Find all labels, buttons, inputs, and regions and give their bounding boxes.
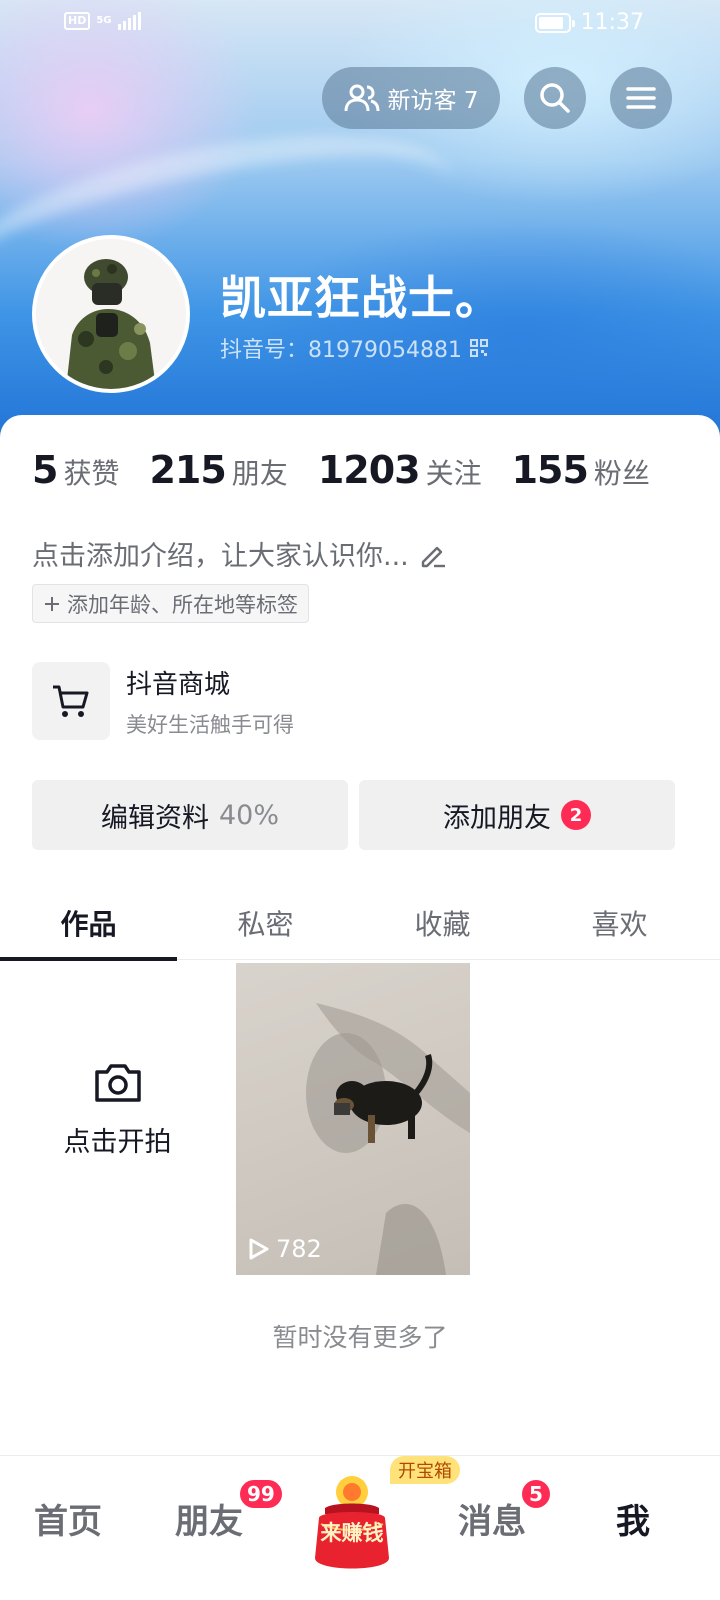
stat-friends[interactable]: 215 朋友: [149, 448, 287, 492]
new-visitors-button[interactable]: 新访客 7: [322, 67, 500, 129]
signal-icon: [117, 12, 141, 30]
profile-page: HD 5G 11:37 新访客 7 凯亚狂战士。 抖音号：81979054881…: [0, 0, 720, 1600]
search-button[interactable]: [524, 67, 586, 129]
shop-icon-box: [32, 662, 110, 740]
messages-badge: 5: [520, 1478, 552, 1510]
plus-icon: [45, 596, 59, 611]
stat-value: 155: [511, 448, 589, 492]
nav-messages[interactable]: 消息: [458, 1494, 526, 1543]
stat-label: 获赞: [63, 457, 120, 490]
tab-likes[interactable]: 喜欢: [531, 886, 708, 960]
douyin-id-text: 抖音号：81979054881: [220, 338, 462, 363]
shop-title: 抖音商城: [126, 669, 231, 700]
avatar[interactable]: [32, 235, 190, 393]
tab-favorites[interactable]: 收藏: [354, 886, 531, 960]
shop-text: 抖音商城 美好生活触手可得: [126, 664, 294, 739]
start-shooting-button[interactable]: 点击开拍: [40, 1062, 195, 1159]
username: 凯亚狂战士。: [220, 271, 502, 325]
search-icon: [540, 83, 570, 113]
add-friend-label: 添加朋友: [443, 802, 551, 834]
treasure-chest-chip[interactable]: 开宝箱: [390, 1456, 460, 1484]
shop-subtitle: 美好生活触手可得: [126, 712, 294, 737]
stat-followers[interactable]: 155 粉丝: [512, 448, 650, 492]
edit-pencil-icon: [421, 546, 445, 567]
battery-icon: [534, 12, 575, 33]
douyin-mall-entry[interactable]: 抖音商城 美好生活触手可得: [32, 662, 294, 740]
menu-icon: [626, 87, 656, 109]
soldier-avatar-image: [36, 239, 186, 389]
earn-money-button[interactable]: 来赚钱: [307, 1474, 397, 1579]
add-friend-badge: 2: [561, 800, 591, 830]
play-count: 782: [248, 1235, 322, 1263]
add-friend-button[interactable]: 添加朋友 2: [359, 780, 675, 850]
nav-friends[interactable]: 朋友: [175, 1494, 243, 1543]
bio-prompt[interactable]: 点击添加介绍，让大家认识你...: [32, 534, 447, 573]
dog-video-image: [306, 1003, 470, 1275]
no-more-text: 暂时没有更多了: [272, 1323, 448, 1352]
edit-profile-label: 编辑资料: [100, 802, 209, 834]
profile-completion: 40%: [218, 799, 279, 831]
stat-label: 朋友: [231, 457, 288, 490]
stat-value: 1203: [317, 448, 421, 492]
nav-home[interactable]: 首页: [34, 1494, 102, 1543]
cart-icon: [53, 685, 89, 717]
nav-me[interactable]: 我: [616, 1494, 650, 1543]
douyin-id[interactable]: 抖音号：81979054881: [220, 332, 488, 364]
bottom-nav: 首页 朋友 99 来赚钱 开宝箱 消息 5 我: [0, 1455, 720, 1600]
stat-value: 215: [149, 448, 226, 492]
bio-placeholder: 点击添加介绍，让大家认识你...: [32, 541, 409, 572]
qr-code-icon: [469, 339, 488, 357]
tab-private[interactable]: 私密: [177, 886, 354, 960]
hd-badge: HD: [64, 12, 91, 30]
new-visitors-label: 新访客 7: [387, 88, 479, 114]
play-icon: [249, 1238, 269, 1260]
clock: 11:37: [580, 10, 644, 35]
add-tags-chip[interactable]: 添加年龄、所在地等标签: [32, 584, 309, 623]
stat-following[interactable]: 1203 关注: [318, 448, 482, 492]
stat-likes[interactable]: 5 获赞: [32, 448, 119, 492]
stats-row: 5 获赞 215 朋友 1203 关注 155 粉丝: [32, 448, 650, 492]
start-shooting-label: 点击开拍: [63, 1127, 172, 1158]
status-bar: HD 5G 11:37: [0, 0, 720, 48]
visitors-icon: [344, 84, 380, 112]
camera-icon: [94, 1064, 141, 1102]
network-label: 5G: [96, 15, 112, 26]
stat-value: 5: [32, 448, 58, 492]
menu-button[interactable]: [610, 67, 672, 129]
tab-works[interactable]: 作品: [0, 886, 177, 961]
stat-label: 关注: [425, 457, 482, 490]
content-tabs: 作品 私密 收藏 喜欢: [0, 886, 720, 961]
stat-label: 粉丝: [593, 457, 650, 490]
edit-profile-button[interactable]: 编辑资料 40%: [32, 780, 348, 850]
play-count-value: 782: [276, 1235, 322, 1263]
video-thumbnail[interactable]: 782: [236, 963, 470, 1275]
friends-badge: 99: [238, 1478, 284, 1510]
add-tags-label: 添加年龄、所在地等标签: [67, 592, 298, 617]
status-right: 11:37: [534, 10, 644, 35]
status-left: HD 5G: [64, 12, 141, 30]
earn-money-label: 来赚钱: [320, 1521, 384, 1545]
